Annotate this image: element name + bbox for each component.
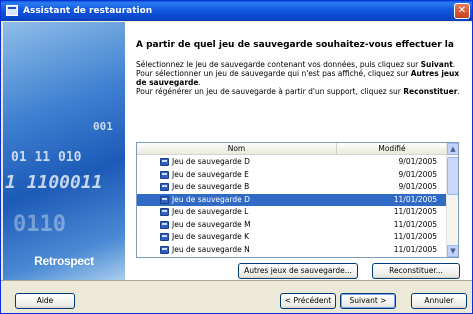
page-title: A partir de quel jeu de sauvegarde souha… [136,40,454,50]
close-button[interactable]: ✕ [454,3,470,19]
column-header-modified[interactable]: Modifié [337,143,447,155]
list-item[interactable]: Jeu de sauvegarde B 9/01/2005 [137,181,447,194]
backup-set-icon [160,158,169,166]
backup-set-date: 11/01/2005 [393,219,437,229]
app-icon [6,5,18,16]
backup-set-name: Jeu de sauvegarde B [172,182,250,191]
restore-wizard-window: Assistant de restauration ✕ 001 01 11 01… [0,0,473,314]
wizard-sidebar-banner: 001 01 11 010 1 1100011 0110 Retrospect [3,22,125,280]
cancel-button[interactable]: Annuler [411,293,467,309]
window-title: Assistant de restauration [23,6,153,16]
list-item-selected[interactable]: Jeu de sauvegarde D 11/01/2005 [137,193,447,206]
list-item[interactable]: Jeu de sauvegarde L 11/01/2005 [137,206,447,219]
backup-set-date: 9/01/2005 [398,182,437,191]
other-backup-sets-button[interactable]: Autres jeux de sauvegarde... [238,263,358,279]
column-header-name[interactable]: Nom [137,143,337,155]
backup-set-date: 9/01/2005 [398,157,437,166]
banner-digits: 0110 [13,212,66,237]
backup-set-icon [160,245,169,254]
next-button[interactable]: Suivant > [340,293,396,309]
backup-set-icon [160,195,169,204]
instruction-text: Pour sélectionner un jeu de sauvegarde q… [136,69,411,78]
backup-set-icon [160,233,169,241]
instructions: Sélectionnez le jeu de sauvegarde conten… [136,60,460,96]
wizard-content-panel: A partir de quel jeu de sauvegarde souha… [125,22,472,280]
previous-button[interactable]: < Précédent [280,293,336,309]
footer-divider [1,280,472,281]
backup-set-name: Jeu de sauvegarde L [172,207,249,216]
instruction-text: Pour régénérer un jeu de sauvegarde à pa… [136,87,404,96]
backup-set-icon [160,220,169,229]
title-bar: Assistant de restauration ✕ [1,1,472,21]
instruction-emphasis: Reconstituer [403,87,458,96]
retrospect-logo: Retrospect [34,254,94,268]
help-button[interactable]: Aide [15,293,75,309]
backup-set-name: Jeu de sauvegarde K [172,232,250,241]
list-item[interactable]: Jeu de sauvegarde K 11/01/2005 [137,231,447,244]
list-item[interactable]: Jeu de sauvegarde M 11/01/2005 [137,219,447,232]
backup-set-date: 11/01/2005 [393,232,437,241]
backup-set-icon [160,183,169,191]
backup-set-name: Jeu de sauvegarde M [172,219,251,229]
scroll-up-icon[interactable]: ▲ [447,143,458,155]
banner-digits: 01 11 010 [11,150,82,165]
list-item[interactable]: Jeu de sauvegarde D 9/01/2005 [137,156,447,169]
banner-digits: 001 [93,120,113,133]
scroll-thumb[interactable] [447,157,458,195]
list-item[interactable]: Jeu de sauvegarde E 9/01/2005 [137,169,447,182]
instruction-emphasis: Suivant [420,60,453,69]
backup-set-list[interactable]: Nom Modifié Jeu de sauvegarde D 9/01/2005… [136,142,459,258]
backup-set-name: Jeu de sauvegarde D [172,157,250,166]
list-item[interactable]: Jeu de sauvegarde N 11/01/2005 [137,244,447,257]
list-rows: Jeu de sauvegarde D 9/01/2005 Jeu de sauv… [137,156,447,256]
backup-set-date: 11/01/2005 [393,244,437,254]
list-header: Nom Modifié [137,143,447,155]
backup-set-date: 11/01/2005 [393,207,437,216]
backup-set-name: Jeu de sauvegarde D [172,194,250,204]
instruction-text: Sélectionnez le jeu de sauvegarde conten… [136,60,421,69]
backup-set-name: Jeu de sauvegarde N [172,244,250,254]
list-scrollbar[interactable]: ▲ ▼ [446,143,458,257]
backup-set-name: Jeu de sauvegarde E [172,169,249,179]
backup-set-icon [160,208,169,216]
backup-set-date: 9/01/2005 [398,169,437,179]
backup-set-date: 11/01/2005 [393,194,437,204]
scroll-down-icon[interactable]: ▼ [447,245,458,257]
banner-digits: 1 1100011 [5,172,103,193]
backup-set-icon [160,170,169,179]
rebuild-button[interactable]: Reconstituer... [372,263,460,279]
